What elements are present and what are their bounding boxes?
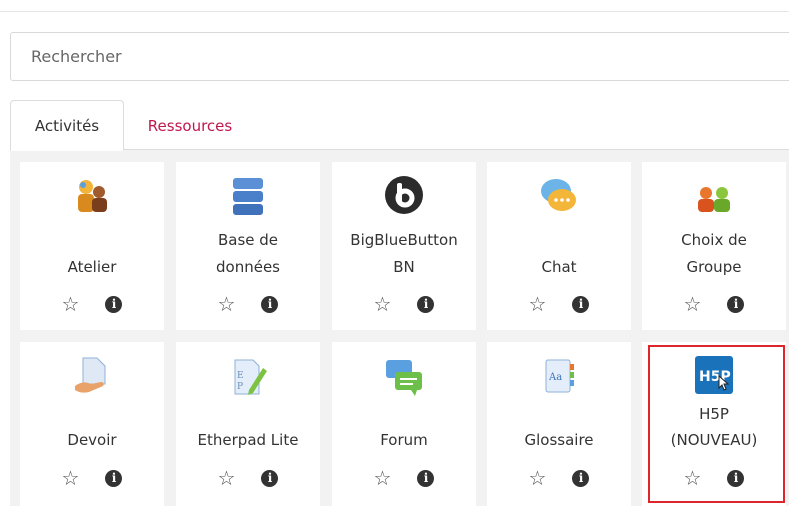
activity-card-chat[interactable]: Chat ☆ i <box>487 162 631 330</box>
search-box[interactable] <box>10 32 789 81</box>
star-icon[interactable]: ☆ <box>374 468 392 488</box>
svg-text:E: E <box>237 371 244 381</box>
info-icon[interactable]: i <box>727 296 745 313</box>
top-divider <box>0 11 789 12</box>
star-icon[interactable]: ☆ <box>374 294 392 314</box>
card-actions: ☆ i <box>487 294 631 314</box>
activity-card-bigbluebutton[interactable]: BigBlueButton BN ☆ i <box>332 162 476 330</box>
card-actions: ☆ i <box>176 468 320 488</box>
svg-text:Aa: Aa <box>548 372 562 383</box>
activity-grid: Atelier ☆ i Base de données ☆ i BigBlueB… <box>10 150 789 506</box>
activity-label-line-1: Base de <box>217 231 279 249</box>
group-choice-icon <box>693 176 735 218</box>
star-icon[interactable]: ☆ <box>218 468 236 488</box>
info-icon[interactable]: i <box>105 296 123 313</box>
etherpad-icon: E P <box>227 356 269 398</box>
activity-card-etherpad-lite[interactable]: E P Etherpad Lite ☆ i <box>176 342 320 506</box>
info-icon[interactable]: i <box>261 470 279 487</box>
workshop-icon <box>71 176 113 218</box>
activity-card-h5p[interactable]: H5P H5P (NOUVEAU) ☆ i <box>642 342 786 506</box>
bigbluebutton-icon <box>383 174 425 216</box>
info-icon[interactable]: i <box>417 470 435 487</box>
card-actions: ☆ i <box>332 294 476 314</box>
search-input[interactable] <box>11 33 789 80</box>
h5p-icon: H5P <box>693 354 735 396</box>
activity-label-line-1: Choix de <box>681 231 747 249</box>
activity-label: Forum <box>380 431 428 449</box>
activity-label-line-2: Groupe <box>686 258 742 276</box>
activity-label: Devoir <box>67 431 117 449</box>
activity-card-choix-de-groupe[interactable]: Choix de Groupe ☆ i <box>642 162 786 330</box>
star-icon[interactable]: ☆ <box>529 468 547 488</box>
assignment-icon <box>71 356 113 398</box>
info-icon[interactable]: i <box>105 470 123 487</box>
star-icon[interactable]: ☆ <box>218 294 236 314</box>
card-actions: ☆ i <box>332 468 476 488</box>
info-icon[interactable]: i <box>417 296 435 313</box>
activity-label-line-1: H5P <box>699 405 729 423</box>
info-icon[interactable]: i <box>261 296 279 313</box>
info-icon[interactable]: i <box>572 296 590 313</box>
activity-label-line-2: (NOUVEAU) <box>670 431 758 449</box>
card-actions: ☆ i <box>642 468 786 488</box>
card-actions: ☆ i <box>176 294 320 314</box>
activity-label: Etherpad Lite <box>197 431 299 449</box>
star-icon[interactable]: ☆ <box>684 468 702 488</box>
forum-icon <box>383 356 425 398</box>
star-icon[interactable]: ☆ <box>529 294 547 314</box>
card-actions: ☆ i <box>642 294 786 314</box>
info-icon[interactable]: i <box>727 470 745 487</box>
card-actions: ☆ i <box>20 294 164 314</box>
card-actions: ☆ i <box>487 468 631 488</box>
info-icon[interactable]: i <box>572 470 590 487</box>
chat-icon <box>538 176 580 218</box>
activity-card-devoir[interactable]: Devoir ☆ i <box>20 342 164 506</box>
svg-text:P: P <box>237 382 243 392</box>
tab-activites[interactable]: Activités <box>10 100 124 151</box>
activity-label: Glossaire <box>524 431 594 449</box>
star-icon[interactable]: ☆ <box>684 294 702 314</box>
activity-card-atelier[interactable]: Atelier ☆ i <box>20 162 164 330</box>
star-icon[interactable]: ☆ <box>62 294 80 314</box>
activity-chooser: Activités Ressources Atelier ☆ i <box>0 0 789 506</box>
activity-card-forum[interactable]: Forum ☆ i <box>332 342 476 506</box>
activity-label: Chat <box>541 258 577 276</box>
card-actions: ☆ i <box>20 468 164 488</box>
star-icon[interactable]: ☆ <box>62 468 80 488</box>
tab-ressources[interactable]: Ressources <box>130 100 250 151</box>
glossary-icon: Aa <box>538 356 580 398</box>
database-icon <box>227 176 269 218</box>
activity-label-line-2: BN <box>393 258 415 276</box>
activity-label-line-1: BigBlueButton <box>350 231 458 249</box>
tab-bar: Activités Ressources <box>10 100 789 151</box>
activity-card-base-de-donnees[interactable]: Base de données ☆ i <box>176 162 320 330</box>
activity-label-line-2: données <box>216 258 280 276</box>
activity-label: Atelier <box>67 258 117 276</box>
activity-card-glossaire[interactable]: Aa Glossaire ☆ i <box>487 342 631 506</box>
